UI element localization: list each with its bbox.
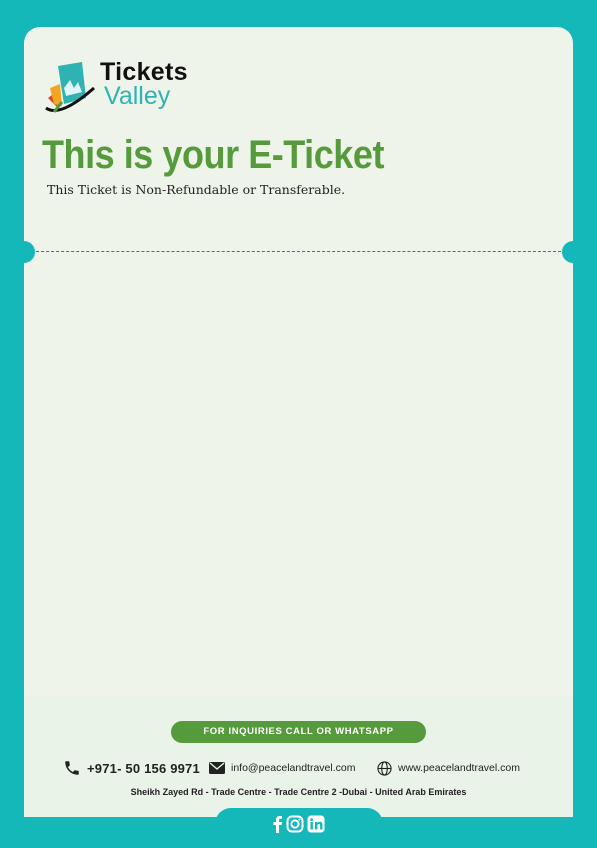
contact-email[interactable]: info@peacelandtravel.com: [209, 758, 355, 778]
contact-website[interactable]: www.peacelandtravel.com: [377, 758, 520, 778]
website-url: www.peacelandtravel.com: [398, 762, 520, 774]
facebook-icon[interactable]: [271, 815, 283, 833]
instagram-icon[interactable]: [286, 815, 304, 833]
social-links: [271, 815, 325, 833]
linkedin-icon[interactable]: [307, 815, 325, 833]
brand-name-line2: Valley: [104, 82, 171, 110]
office-address: Sheikh Zayed Rd - Trade Centre - Trade C…: [130, 787, 467, 797]
ticket-notch-right: [562, 241, 584, 263]
globe-icon: [377, 760, 392, 776]
footer-band: [24, 697, 573, 817]
perforation-line: [36, 251, 561, 252]
ticket-logo-icon: [45, 62, 95, 113]
phone-icon: [63, 759, 81, 777]
page-title: This is your E-Ticket: [42, 133, 384, 177]
phone-number: +971- 50 156 9971: [87, 760, 200, 776]
ticket-notice: This Ticket is Non-Refundable or Transfe…: [47, 182, 346, 197]
brand-logo: Tickets Valley: [42, 58, 212, 118]
inquiry-badge: FOR INQUIRIES CALL OR WHATSAPP: [171, 721, 426, 743]
ticket-notch-left: [13, 241, 35, 263]
mail-icon: [209, 762, 225, 774]
email-address: info@peacelandtravel.com: [231, 762, 356, 774]
contact-phone[interactable]: +971- 50 156 9971: [63, 758, 200, 778]
